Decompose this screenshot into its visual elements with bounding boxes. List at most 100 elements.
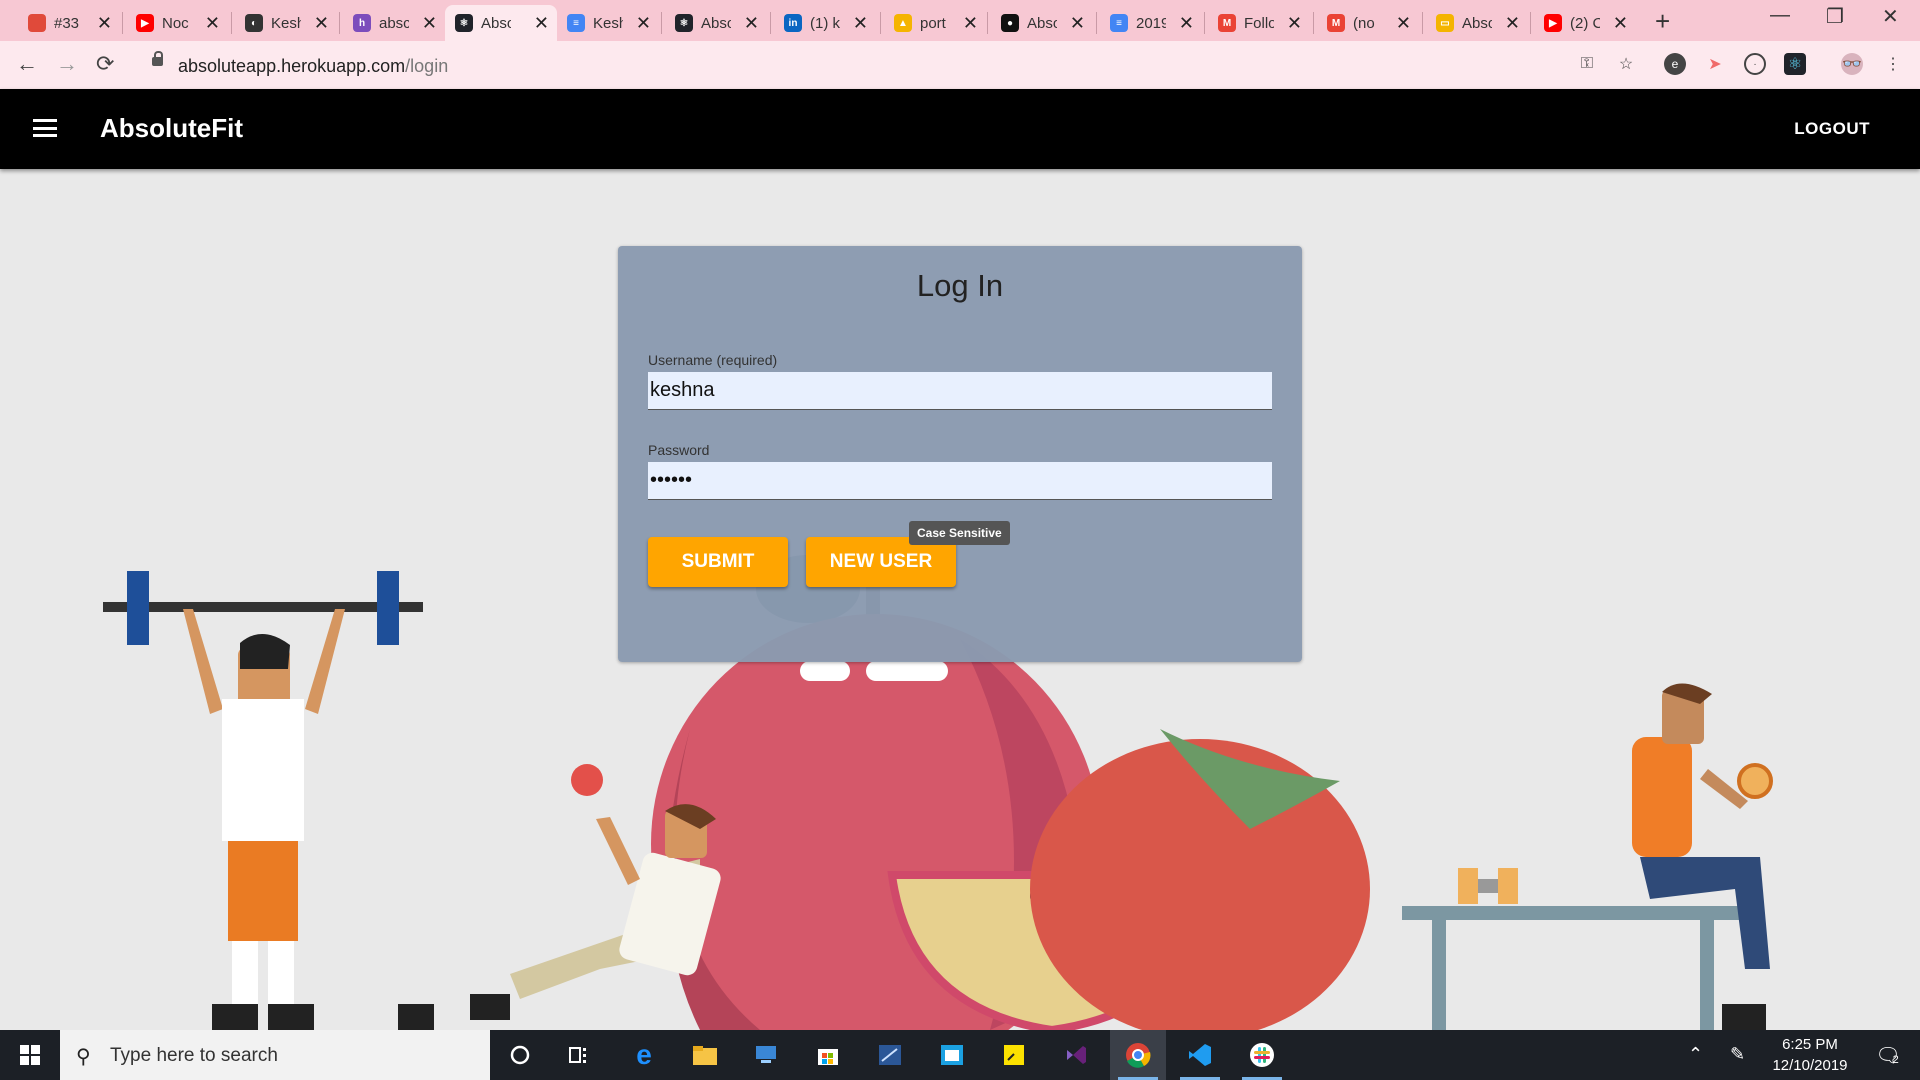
extension-icon[interactable]: e [1664, 53, 1686, 75]
google-docs-icon: ≡ [567, 14, 585, 32]
outlook-calendar-icon[interactable] [924, 1030, 980, 1080]
browser-tab-label: #33 [54, 14, 80, 32]
tab-close-icon[interactable]: ✕ [744, 13, 759, 34]
remote-desktop-icon[interactable] [738, 1030, 794, 1080]
browser-tab[interactable]: M Follo ✕ [1208, 5, 1310, 41]
tab-separator [987, 12, 988, 34]
new-tab-button[interactable]: + [1655, 6, 1670, 37]
tab-close-icon[interactable]: ✕ [205, 13, 220, 34]
react-icon: ⚛ [675, 14, 693, 32]
microsoft-store-icon[interactable] [800, 1030, 856, 1080]
browser-tab-label: 2019 [1136, 14, 1166, 32]
hamburger-menu-icon[interactable] [33, 119, 57, 137]
weightlifter-illustration [103, 571, 423, 1030]
tab-separator [1530, 12, 1531, 34]
tab-close-icon[interactable]: ✕ [1396, 13, 1411, 34]
url-host: absoluteapp.herokuapp.com [178, 56, 406, 76]
browser-tab[interactable]: ● Abso ✕ [991, 5, 1093, 41]
browser-tab[interactable]: ⚛ Abso ✕ [665, 5, 767, 41]
browser-tab[interactable]: ▶ (2) C ✕ [1534, 5, 1636, 41]
browser-tab[interactable]: ▶ Noc ✕ [126, 5, 228, 41]
tab-close-icon[interactable]: ✕ [1070, 13, 1085, 34]
tab-close-icon[interactable]: ✕ [422, 13, 437, 34]
browser-tab[interactable]: ⚛ Abso ✕ [445, 5, 557, 41]
browser-tab-label: port [920, 14, 946, 32]
tab-close-icon[interactable]: ✕ [1179, 13, 1194, 34]
tab-close-icon[interactable]: ✕ [1505, 13, 1520, 34]
extension-arrow-icon[interactable]: ➤ [1704, 53, 1726, 75]
address-bar[interactable]: absoluteapp.herokuapp.com/login [138, 47, 1638, 83]
forward-button[interactable]: → [56, 51, 78, 77]
tab-separator [1096, 12, 1097, 34]
tab-close-icon[interactable]: ✕ [636, 13, 651, 34]
restore-button[interactable]: ❐ [1826, 4, 1844, 29]
notification-center-icon[interactable]: 🗨 2 [1862, 1030, 1912, 1080]
sql-server-icon[interactable] [862, 1030, 918, 1080]
password-input[interactable] [648, 462, 1272, 500]
browser-tab[interactable]: ≡ 2019 ✕ [1100, 5, 1202, 41]
username-input[interactable] [648, 372, 1272, 410]
tab-separator [1204, 12, 1205, 34]
youtube-icon: ▶ [1544, 14, 1562, 32]
browser-tab[interactable]: ▲ port ✕ [884, 5, 986, 41]
edge-browser-icon[interactable]: e [616, 1030, 672, 1080]
taskbar-clock[interactable]: 6:25 PM 12/10/2019 [1760, 1034, 1860, 1076]
visual-studio-icon[interactable] [1048, 1030, 1104, 1080]
bookmark-star-icon[interactable]: ☆ [1615, 53, 1637, 75]
tab-separator [1422, 12, 1423, 34]
browser-tab[interactable]: #33 ✕ [18, 5, 120, 41]
react-devtools-icon[interactable]: ⚛ [1784, 53, 1806, 75]
extension-circle-icon[interactable]: · [1744, 53, 1766, 75]
browser-tab-label: Kesh [271, 14, 301, 32]
google-docs-icon: ≡ [1110, 14, 1128, 32]
cortana-icon[interactable] [492, 1030, 548, 1080]
browser-tab-label: Follo [1244, 14, 1274, 32]
logout-button[interactable]: LOGOUT [1794, 119, 1870, 139]
close-window-button[interactable]: ✕ [1882, 4, 1899, 29]
key-icon[interactable]: ⚿ [1576, 53, 1598, 75]
lock-icon[interactable] [152, 51, 163, 66]
windows-taskbar: ⚲ Type here to search e ⌃ ✎ 6:25 PM 12/1… [0, 1030, 1920, 1080]
menu-kebab-icon[interactable]: ⋮ [1882, 53, 1904, 75]
profile-avatar[interactable]: 👓 [1841, 53, 1863, 75]
linkedin-icon: in [784, 14, 802, 32]
slack-icon[interactable] [1234, 1030, 1290, 1080]
tab-close-icon[interactable]: ✕ [314, 13, 329, 34]
submit-button[interactable]: SUBMIT [648, 537, 788, 587]
chrome-taskbar-icon[interactable] [1110, 1030, 1166, 1080]
browser-tab-label: (no [1353, 14, 1375, 32]
browser-tab[interactable]: h absc ✕ [343, 5, 445, 41]
tab-close-icon[interactable]: ✕ [1287, 13, 1302, 34]
globe-icon: ◐ [245, 14, 263, 32]
browser-tab[interactable]: ◐ Kesh ✕ [235, 5, 337, 41]
back-button[interactable]: ← [16, 51, 38, 77]
google-slides-icon: ▭ [1436, 14, 1454, 32]
browser-tab[interactable]: ▭ Abso ✕ [1426, 5, 1528, 41]
react-icon: ⚛ [455, 14, 473, 32]
browser-tab[interactable]: in (1) k ✕ [774, 5, 876, 41]
tab-close-icon[interactable]: ✕ [534, 13, 549, 34]
minimize-button[interactable]: — [1770, 4, 1790, 27]
tab-separator [770, 12, 771, 34]
browser-tab[interactable]: ≡ Kesh ✕ [557, 5, 659, 41]
clock-date: 12/10/2019 [1772, 1057, 1848, 1074]
tab-close-icon[interactable]: ✕ [963, 13, 978, 34]
reload-button[interactable]: ⟳ [96, 51, 114, 77]
tab-separator [661, 12, 662, 34]
brand-title[interactable]: AbsoluteFit [100, 113, 243, 144]
tab-close-icon[interactable]: ✕ [1613, 13, 1628, 34]
browser-tab[interactable]: M (no ✕ [1317, 5, 1419, 41]
browser-tab-label: Abso [1027, 14, 1057, 32]
tab-close-icon[interactable]: ✕ [853, 13, 868, 34]
browser-tab-label: Abso [481, 14, 511, 32]
file-explorer-icon[interactable] [677, 1030, 733, 1080]
windows-start-icon[interactable] [0, 1030, 60, 1080]
taskbar-search-box[interactable]: ⚲ Type here to search [60, 1030, 490, 1080]
windows-ink-icon[interactable]: ✎ [1730, 1044, 1745, 1065]
task-view-icon[interactable] [552, 1030, 608, 1080]
search-placeholder: Type here to search [110, 1045, 278, 1066]
sticky-notes-icon[interactable] [986, 1030, 1042, 1080]
tab-close-icon[interactable]: ✕ [97, 13, 112, 34]
tray-chevron-up-icon[interactable]: ⌃ [1688, 1044, 1703, 1065]
vscode-icon[interactable] [1172, 1030, 1228, 1080]
